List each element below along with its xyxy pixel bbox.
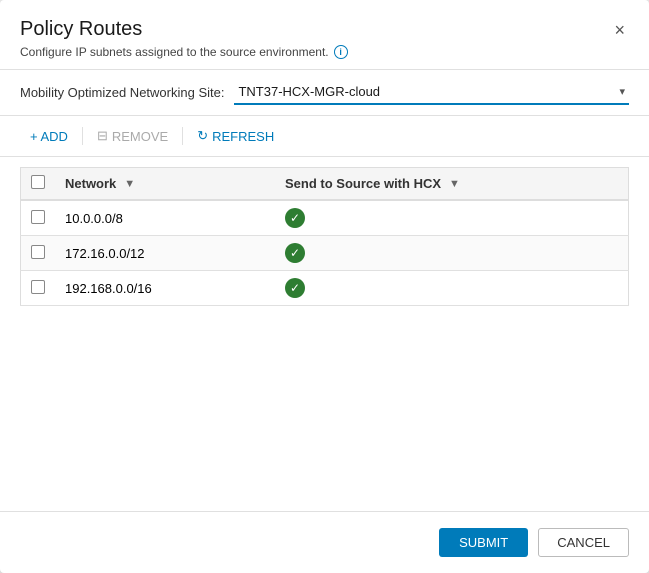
remove-icon: ⊟ (97, 128, 108, 144)
dialog-title: Policy Routes (20, 18, 142, 41)
mobility-row: Mobility Optimized Networking Site: TNT3… (0, 70, 649, 116)
check-icon: ✓ (285, 278, 305, 298)
th-send-label: Send to Source with HCX (285, 176, 441, 191)
th-network-label: Network (65, 176, 116, 191)
add-label: + ADD (30, 129, 68, 144)
toolbar: + ADD ⊟ REMOVE ↻ REFRESH (0, 116, 649, 157)
remove-label: REMOVE (112, 129, 168, 144)
close-button[interactable]: × (610, 19, 629, 41)
routes-table: Network ▼ Send to Source with HCX ▼ (20, 167, 629, 306)
submit-button[interactable]: SUBMIT (439, 528, 528, 557)
th-send: Send to Source with HCX ▼ (275, 168, 629, 201)
filter-send-icon[interactable]: ▼ (449, 178, 460, 190)
policy-routes-dialog: Policy Routes × Configure IP subnets ass… (0, 0, 649, 573)
filter-network-icon[interactable]: ▼ (124, 178, 135, 190)
row-checkbox[interactable] (31, 210, 45, 224)
toolbar-separator-2 (182, 127, 183, 145)
row-send: ✓ (275, 200, 629, 236)
check-icon: ✓ (285, 243, 305, 263)
row-checkbox[interactable] (31, 245, 45, 259)
subtitle-text: Configure IP subnets assigned to the sou… (20, 45, 329, 59)
mobility-select-value: TNT37-HCX-MGR-cloud (234, 82, 615, 101)
info-icon[interactable]: i (334, 45, 348, 59)
row-checkbox-cell (21, 200, 56, 236)
select-all-checkbox[interactable] (31, 175, 45, 189)
chevron-down-icon: ▾ (615, 85, 629, 98)
refresh-button[interactable]: ↻ REFRESH (187, 124, 284, 148)
row-checkbox-cell (21, 271, 56, 306)
refresh-icon: ↻ (197, 128, 208, 144)
row-network: 172.16.0.0/12 (55, 236, 275, 271)
dialog-footer: SUBMIT CANCEL (0, 511, 649, 573)
add-button[interactable]: + ADD (20, 125, 78, 148)
dialog-header: Policy Routes × Configure IP subnets ass… (0, 0, 649, 70)
mobility-select[interactable]: TNT37-HCX-MGR-cloud ▾ (234, 80, 629, 105)
cancel-button[interactable]: CANCEL (538, 528, 629, 557)
mobility-label: Mobility Optimized Networking Site: (20, 85, 224, 100)
dialog-subtitle: Configure IP subnets assigned to the sou… (20, 45, 629, 59)
table-row: 10.0.0.0/8 ✓ (21, 200, 629, 236)
table-container: Network ▼ Send to Source with HCX ▼ (0, 157, 649, 511)
th-checkbox (21, 168, 56, 201)
table-row: 172.16.0.0/12 ✓ (21, 236, 629, 271)
row-network: 192.168.0.0/16 (55, 271, 275, 306)
check-icon: ✓ (285, 208, 305, 228)
toolbar-separator-1 (82, 127, 83, 145)
row-send: ✓ (275, 236, 629, 271)
table-row: 192.168.0.0/16 ✓ (21, 271, 629, 306)
row-checkbox[interactable] (31, 280, 45, 294)
remove-button[interactable]: ⊟ REMOVE (87, 124, 178, 148)
refresh-label: REFRESH (212, 129, 274, 144)
row-checkbox-cell (21, 236, 56, 271)
row-network: 10.0.0.0/8 (55, 200, 275, 236)
th-network: Network ▼ (55, 168, 275, 201)
row-send: ✓ (275, 271, 629, 306)
